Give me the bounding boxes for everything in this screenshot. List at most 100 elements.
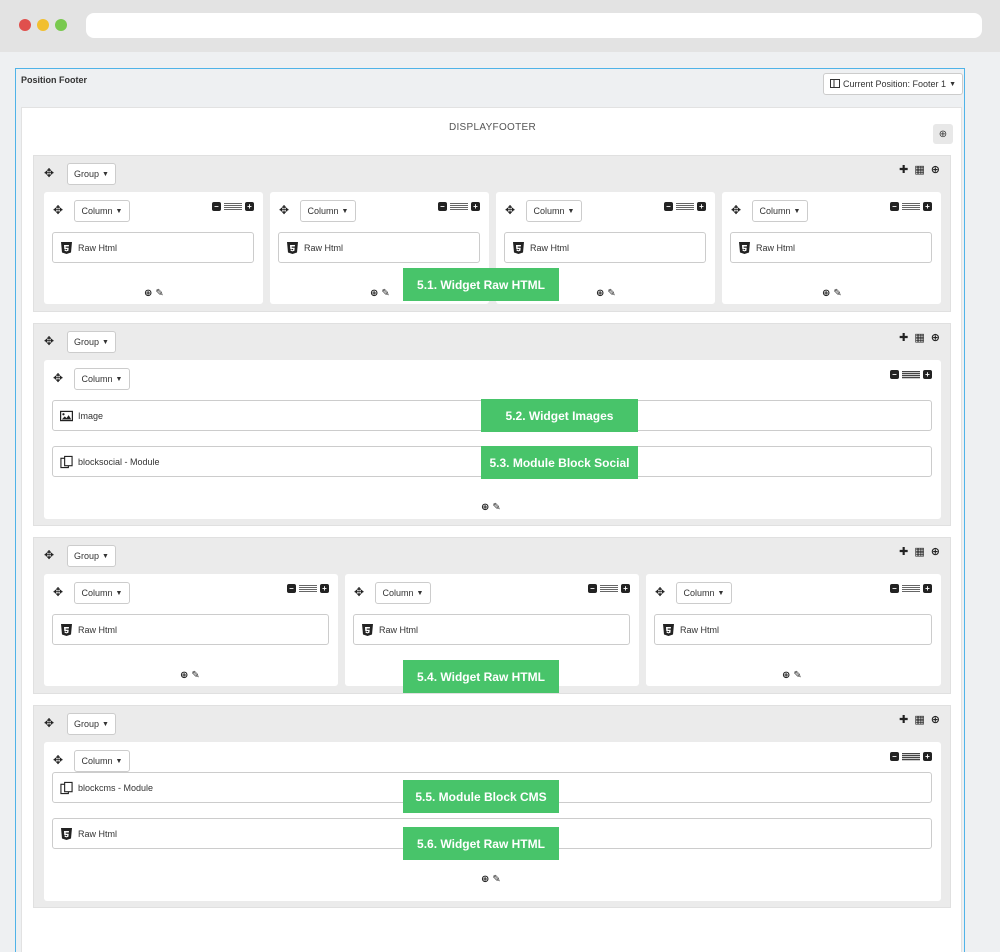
- address-bar[interactable]: [86, 13, 982, 38]
- group-dropdown[interactable]: Group ▼: [67, 713, 116, 735]
- circle-arrow-icon[interactable]: ⊕: [933, 124, 953, 144]
- plus-circle-icon[interactable]: ⊕: [180, 670, 188, 681]
- group-dropdown[interactable]: Group ▼: [67, 331, 116, 353]
- width-bars-icon[interactable]: [224, 202, 242, 211]
- column-dropdown[interactable]: Column ▼: [74, 200, 130, 222]
- move-icon[interactable]: ✥: [44, 717, 54, 729]
- column-dropdown[interactable]: Column ▼: [752, 200, 808, 222]
- plus-circle-icon[interactable]: ⊕: [481, 874, 489, 885]
- widget-raw-html[interactable]: Raw Html: [52, 232, 254, 263]
- width-bars-icon[interactable]: [676, 202, 694, 211]
- plus-icon[interactable]: +: [471, 202, 480, 211]
- minus-icon[interactable]: –: [890, 752, 899, 761]
- column-dropdown[interactable]: Column ▼: [300, 200, 356, 222]
- pencil-icon[interactable]: ✎: [191, 670, 199, 681]
- grid-icon[interactable]: ▦: [914, 164, 924, 176]
- minus-icon[interactable]: –: [664, 202, 673, 211]
- grid-icon[interactable]: ▦: [914, 546, 924, 558]
- move-icon[interactable]: ✥: [44, 549, 54, 561]
- plus-icon[interactable]: +: [923, 202, 932, 211]
- pencil-icon[interactable]: ✎: [492, 874, 500, 885]
- plus-circle-icon[interactable]: ⊕: [370, 288, 378, 299]
- width-bars-icon[interactable]: [902, 202, 920, 211]
- column-dropdown[interactable]: Column ▼: [74, 582, 130, 604]
- browser-chrome: [0, 0, 1000, 52]
- plus-icon[interactable]: +: [923, 370, 932, 379]
- plus-circle-icon[interactable]: ⊕: [596, 288, 604, 299]
- width-bars-icon[interactable]: [902, 752, 920, 761]
- plus-icon[interactable]: ✚: [899, 332, 908, 344]
- plus-icon[interactable]: +: [621, 584, 630, 593]
- width-bars-icon[interactable]: [450, 202, 468, 211]
- circle-arrow-icon[interactable]: ⊕: [931, 332, 940, 344]
- plus-icon[interactable]: +: [245, 202, 254, 211]
- maximize-window-dot[interactable]: [55, 19, 67, 31]
- width-bars-icon[interactable]: [902, 584, 920, 593]
- minus-icon[interactable]: –: [890, 370, 899, 379]
- move-icon[interactable]: ✥: [44, 167, 54, 179]
- minus-icon[interactable]: –: [212, 202, 221, 211]
- pencil-icon[interactable]: ✎: [381, 288, 389, 299]
- minus-icon[interactable]: –: [588, 584, 597, 593]
- widget-raw-html[interactable]: Raw Html: [504, 232, 706, 263]
- plus-icon[interactable]: +: [320, 584, 329, 593]
- group-dropdown[interactable]: Group ▼: [67, 545, 116, 567]
- plus-circle-icon[interactable]: ⊕: [822, 288, 830, 299]
- widget-raw-html[interactable]: Raw Html: [353, 614, 630, 645]
- pencil-icon[interactable]: ✎: [833, 288, 841, 299]
- column-dropdown[interactable]: Column ▼: [375, 582, 431, 604]
- layout-icon: [830, 78, 840, 90]
- column-dropdown[interactable]: Column ▼: [74, 750, 130, 772]
- close-window-dot[interactable]: [19, 19, 31, 31]
- move-icon[interactable]: ✥: [53, 586, 63, 598]
- widget-raw-html[interactable]: Raw Html: [278, 232, 480, 263]
- minus-icon[interactable]: –: [890, 202, 899, 211]
- plus-icon[interactable]: ✚: [899, 714, 908, 726]
- current-position-dropdown[interactable]: Current Position: Footer 1 ▼: [823, 73, 963, 95]
- move-icon[interactable]: ✥: [655, 586, 665, 598]
- move-icon[interactable]: ✥: [505, 204, 515, 216]
- pencil-icon[interactable]: ✎: [492, 502, 500, 513]
- widget-raw-html[interactable]: Raw Html: [654, 614, 932, 645]
- widget-raw-html[interactable]: Raw Html: [730, 232, 932, 263]
- move-icon[interactable]: ✥: [53, 204, 63, 216]
- grid-icon[interactable]: ▦: [914, 332, 924, 344]
- move-icon[interactable]: ✥: [279, 204, 289, 216]
- widget-raw-html[interactable]: Raw Html: [52, 614, 329, 645]
- minus-icon[interactable]: –: [438, 202, 447, 211]
- plus-circle-icon[interactable]: ⊕: [481, 502, 489, 513]
- circle-arrow-icon[interactable]: ⊕: [931, 714, 940, 726]
- minus-icon[interactable]: –: [287, 584, 296, 593]
- plus-circle-icon[interactable]: ⊕: [782, 670, 790, 681]
- column-dropdown[interactable]: Column ▼: [676, 582, 732, 604]
- pencil-icon[interactable]: ✎: [607, 288, 615, 299]
- circle-arrow-icon[interactable]: ⊕: [931, 164, 940, 176]
- column-dropdown[interactable]: Column ▼: [526, 200, 582, 222]
- grid-icon[interactable]: ▦: [914, 714, 924, 726]
- width-bars-icon[interactable]: [600, 584, 618, 593]
- current-position-label: Current Position: Footer 1: [843, 79, 947, 89]
- width-bars-icon[interactable]: [902, 370, 920, 379]
- move-icon[interactable]: ✥: [44, 335, 54, 347]
- plus-icon[interactable]: ✚: [899, 164, 908, 176]
- circle-arrow-icon[interactable]: ⊕: [931, 546, 940, 558]
- column-dropdown[interactable]: Column ▼: [74, 368, 130, 390]
- move-icon[interactable]: ✥: [53, 372, 63, 384]
- plus-icon[interactable]: +: [923, 752, 932, 761]
- pencil-icon[interactable]: ✎: [155, 288, 163, 299]
- minimize-window-dot[interactable]: [37, 19, 49, 31]
- plus-circle-icon[interactable]: ⊕: [144, 288, 152, 299]
- move-icon[interactable]: ✥: [354, 586, 364, 598]
- group-dropdown[interactable]: Group ▼: [67, 163, 116, 185]
- minus-icon[interactable]: –: [890, 584, 899, 593]
- plus-icon[interactable]: +: [923, 584, 932, 593]
- hook-title: DISPLAYFOOTER: [448, 122, 537, 133]
- move-icon[interactable]: ✥: [731, 204, 741, 216]
- width-bars-icon[interactable]: [299, 584, 317, 593]
- pencil-icon[interactable]: ✎: [793, 670, 801, 681]
- move-icon[interactable]: ✥: [53, 754, 63, 766]
- column: ✥ Column ▼ – + Raw Html ⊕ ✎: [646, 574, 941, 686]
- column: ✥ Column ▼ – + Image blocksocial - Modul…: [44, 360, 941, 519]
- plus-icon[interactable]: +: [697, 202, 706, 211]
- plus-icon[interactable]: ✚: [899, 546, 908, 558]
